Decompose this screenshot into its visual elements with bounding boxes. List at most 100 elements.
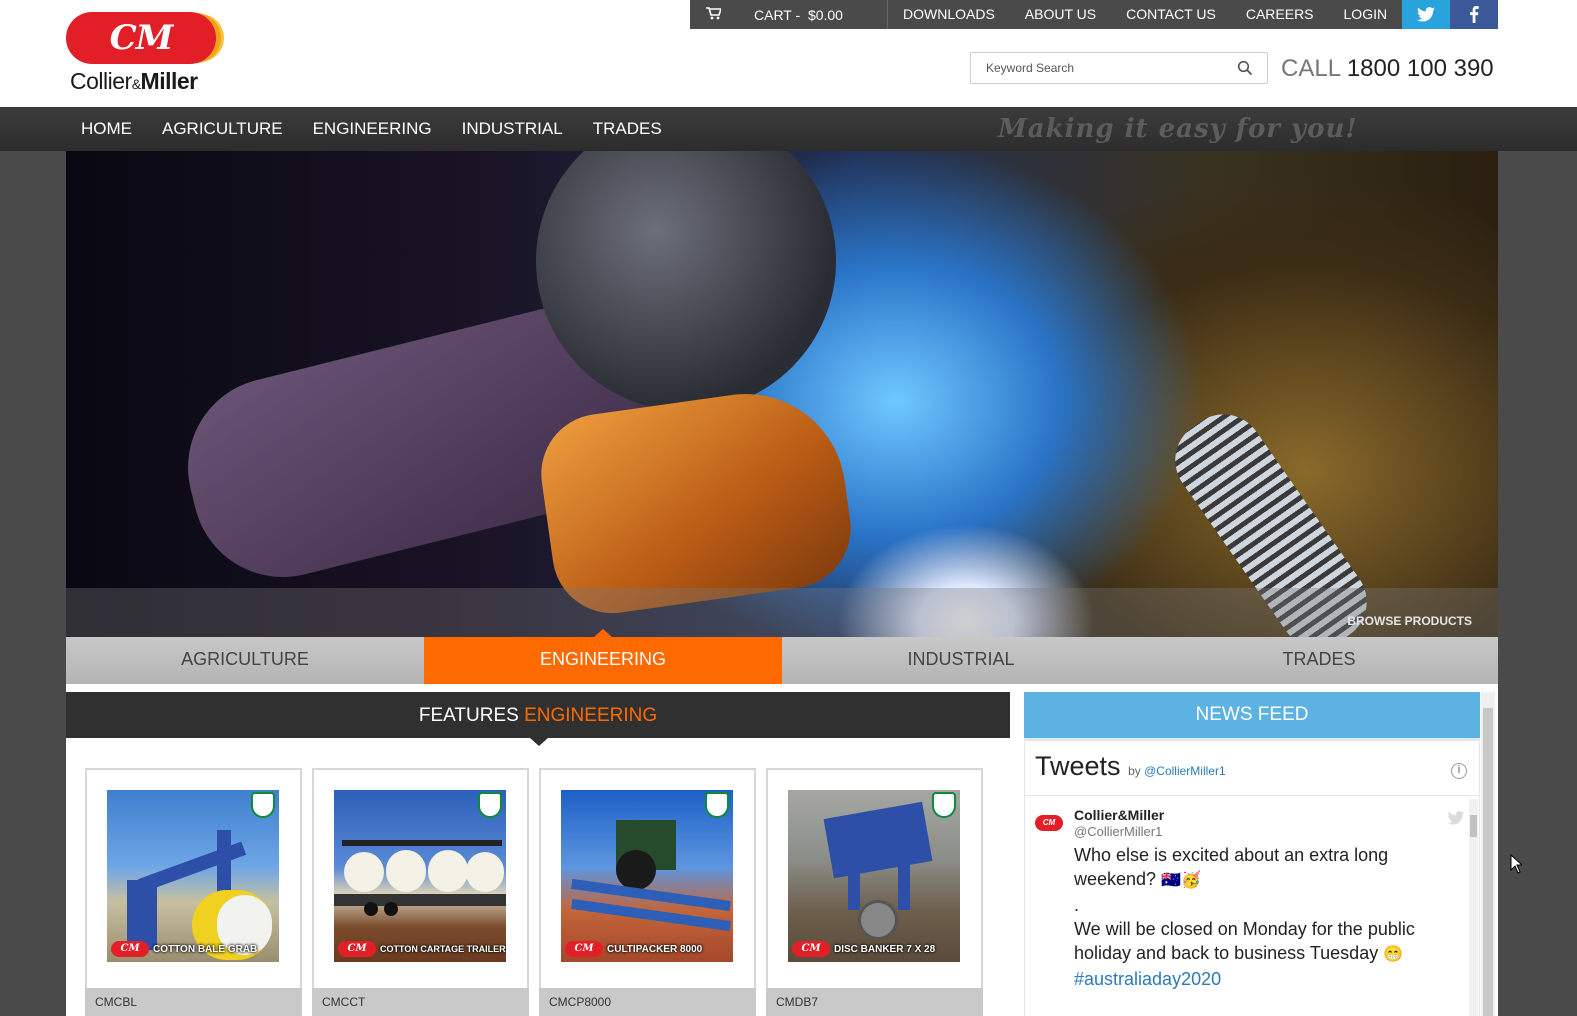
browse-products-link[interactable]: BROWSE PRODUCTS — [1347, 614, 1472, 628]
cart-label: CART - $0.00 — [754, 7, 843, 23]
tweets-by-label: by — [1128, 764, 1141, 778]
link-contact-us[interactable]: CONTACT US — [1111, 0, 1231, 29]
product-card[interactable]: CM COTTON CARTAGE TRAILER CMCCT — [312, 768, 529, 1016]
tab-trades[interactable]: TRADES — [1140, 637, 1498, 684]
hero-caption-bar: BROWSE PRODUCTS — [66, 588, 1498, 637]
cm-logo-mini: CM — [338, 941, 376, 957]
phone-number: CALL 1800 100 390 — [1281, 55, 1494, 83]
tweet-text: Who else is excited about an extra long … — [1074, 843, 1434, 967]
product-name: DISC BANKER 7 X 28 — [834, 943, 936, 955]
tweet-line-3: We will be closed on Monday for the publ… — [1074, 919, 1415, 963]
product-image[interactable]: CM CULTIPACKER 8000 — [561, 790, 733, 962]
cart-icon — [690, 6, 736, 23]
nav-home[interactable]: HOME — [66, 119, 147, 139]
tab-agriculture[interactable]: AGRICULTURE — [66, 637, 424, 684]
product-name: COTTON BALE GRAB — [153, 943, 258, 955]
tweet-line-1: Who else is excited about an extra long … — [1074, 845, 1389, 889]
site-header: CM Collier&Miller CART - $0.00 DOWNLOADS… — [0, 0, 1577, 107]
logo-badge: CM — [66, 12, 216, 64]
twitter-button[interactable] — [1402, 0, 1450, 29]
product-name: COTTON CARTAGE TRAILER — [380, 944, 506, 954]
twitter-timeline[interactable]: Tweets by @CollierMiller1 i CM Collier&M… — [1024, 738, 1480, 1016]
australian-made-badge — [932, 792, 956, 818]
twitter-icon — [1417, 7, 1435, 22]
tweet-body: Collier&Miller @CollierMiller1 Who else … — [1074, 807, 1434, 991]
category-tabs: AGRICULTURE ENGINEERING INDUSTRIAL TRADE… — [66, 629, 1498, 684]
cart-button[interactable]: CART - $0.00 — [690, 0, 888, 29]
nav-engineering[interactable]: ENGINEERING — [298, 119, 447, 139]
logo-name-bold: Miller — [140, 68, 199, 94]
product-grid: CM COTTON BALE GRAB CMCBL CM COTTON CART… — [85, 768, 993, 1016]
product-caption: CM CULTIPACKER 8000 — [561, 940, 733, 958]
tweet-line-2: . — [1074, 895, 1080, 915]
tweets-title: Tweets by @CollierMiller1 — [1035, 751, 1226, 782]
mouse-cursor-icon — [1510, 854, 1522, 874]
link-about-us[interactable]: ABOUT US — [1010, 0, 1111, 29]
product-code: CMCBL — [85, 988, 302, 1016]
facebook-button[interactable] — [1450, 0, 1498, 29]
search-icon[interactable] — [1237, 60, 1253, 76]
features-title-prefix: FEATURES — [418, 705, 519, 726]
content-area: FEATURES ENGINEERING CM COTTON BALE GRAB… — [66, 684, 1498, 1016]
cm-logo-mini: CM — [792, 941, 830, 957]
product-caption: CM COTTON BALE GRAB — [107, 940, 279, 958]
site-logo[interactable]: CM Collier&Miller — [66, 12, 226, 96]
top-utility-bar: CART - $0.00 DOWNLOADS ABOUT US CONTACT … — [690, 0, 1498, 29]
product-card[interactable]: CM CULTIPACKER 8000 CMCP8000 — [539, 768, 756, 1016]
product-image[interactable]: CM COTTON BALE GRAB — [107, 790, 279, 962]
avatar[interactable]: CM — [1035, 815, 1063, 831]
nav-trades[interactable]: TRADES — [578, 119, 677, 139]
twitter-bird-icon[interactable] — [1447, 811, 1465, 825]
product-image[interactable]: CM DISC BANKER 7 X 28 — [788, 790, 960, 962]
link-downloads[interactable]: DOWNLOADS — [888, 0, 1010, 29]
cm-logo-mini: CM — [111, 941, 149, 957]
news-feed-heading: NEWS FEED — [1024, 692, 1480, 738]
phone-prefix: CALL — [1281, 55, 1341, 82]
tweets-handle-link[interactable]: @CollierMiller1 — [1144, 764, 1226, 778]
nav-industrial[interactable]: INDUSTRIAL — [447, 119, 578, 139]
cart-label-text: CART - — [754, 6, 801, 23]
features-heading: FEATURES ENGINEERING — [66, 692, 1010, 746]
product-card[interactable]: CM COTTON BALE GRAB CMCBL — [85, 768, 302, 1016]
australian-made-badge — [705, 792, 729, 818]
tweet-author-name[interactable]: Collier&Miller — [1074, 807, 1434, 823]
australian-made-badge — [478, 792, 502, 818]
link-login[interactable]: LOGIN — [1329, 0, 1403, 29]
divider — [1025, 795, 1479, 796]
product-card[interactable]: CM DISC BANKER 7 X 28 CMDB7 — [766, 768, 983, 1016]
nav-tagline: Making it easy for you! — [998, 114, 1358, 144]
product-code: CMCP8000 — [539, 988, 756, 1016]
cm-logo-mini: CM — [565, 941, 603, 957]
tab-engineering[interactable]: ENGINEERING — [424, 629, 782, 684]
tweets-by: by @CollierMiller1 — [1128, 764, 1226, 778]
tweets-title-text: Tweets — [1035, 751, 1121, 781]
link-careers[interactable]: CAREERS — [1231, 0, 1329, 29]
cart-total: $0.00 — [807, 6, 843, 23]
search-input[interactable] — [971, 53, 1221, 83]
facebook-icon — [1470, 6, 1479, 23]
product-caption: CM DISC BANKER 7 X 28 — [788, 940, 960, 958]
phone-digits[interactable]: 1800 100 390 — [1347, 55, 1494, 82]
hero-banner-image[interactable]: BROWSE PRODUCTS — [66, 151, 1498, 637]
logo-name-amp: & — [131, 76, 141, 92]
timeline-scrollbar-thumb[interactable] — [1470, 815, 1477, 837]
main-nav: HOME AGRICULTURE ENGINEERING INDUSTRIAL … — [0, 107, 1577, 151]
logo-wordmark: Collier&Miller — [70, 68, 198, 95]
tweet-author-handle[interactable]: @CollierMiller1 — [1074, 824, 1434, 839]
tab-industrial[interactable]: INDUSTRIAL — [782, 637, 1140, 684]
tweet-hashtag[interactable]: #australiaday2020 — [1074, 969, 1221, 989]
news-feed-scrollbar-thumb[interactable] — [1483, 708, 1493, 1016]
top-links: DOWNLOADS ABOUT US CONTACT US CAREERS LO… — [888, 0, 1402, 29]
features-title-accent: ENGINEERING — [524, 705, 658, 726]
news-feed-scrollbar[interactable] — [1481, 692, 1495, 1016]
product-image[interactable]: CM COTTON CARTAGE TRAILER — [334, 790, 506, 962]
search-box — [970, 52, 1268, 84]
logo-name-regular: Collier — [70, 68, 132, 94]
timeline-scrollbar[interactable] — [1469, 799, 1478, 1016]
product-code: CMDB7 — [766, 988, 983, 1016]
nav-agriculture[interactable]: AGRICULTURE — [147, 119, 298, 139]
info-icon[interactable]: i — [1451, 763, 1467, 779]
tweet-emoji-2: 😁 — [1383, 946, 1404, 963]
product-name: CULTIPACKER 8000 — [607, 943, 703, 955]
hero-welder-glove — [533, 381, 859, 621]
